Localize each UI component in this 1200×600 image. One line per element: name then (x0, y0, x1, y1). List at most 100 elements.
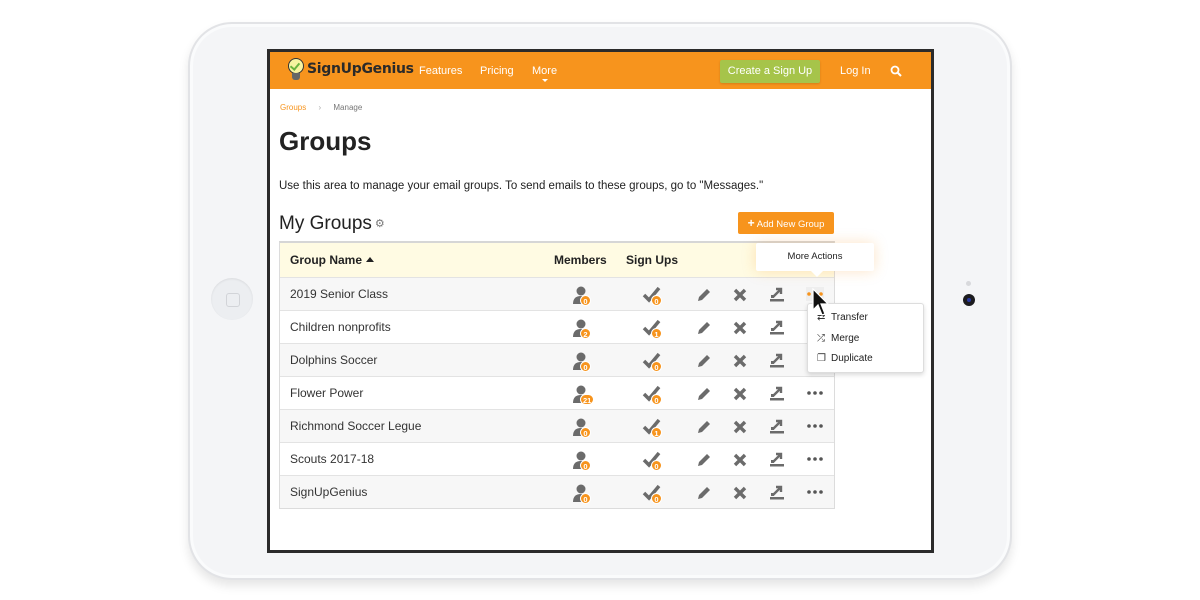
delete-x-icon[interactable] (732, 287, 748, 303)
sensor-dot (966, 281, 971, 286)
members-icon[interactable]: 0 (572, 351, 594, 373)
signups-count-badge: 1 (651, 328, 662, 339)
signups-count-badge: 1 (651, 427, 662, 438)
delete-x-icon[interactable] (732, 452, 748, 468)
members-icon[interactable]: 0 (572, 483, 594, 505)
table-row: Scouts 2017-18 0 0 (280, 442, 834, 475)
delete-x-icon[interactable] (732, 485, 748, 501)
screen: SignUpGenius Features Pricing More Creat… (267, 49, 934, 553)
members-count-badge: 0 (580, 493, 591, 504)
top-nav: SignUpGenius Features Pricing More Creat… (270, 52, 931, 89)
home-button (211, 278, 253, 320)
nav-pricing[interactable]: Pricing (480, 65, 514, 77)
signups-icon[interactable]: 0 (642, 285, 664, 307)
group-name[interactable]: Children nonprofits (290, 320, 391, 334)
signups-icon[interactable]: 0 (642, 450, 664, 472)
group-name[interactable]: Scouts 2017-18 (290, 452, 374, 466)
header-signups: Sign Ups (626, 253, 679, 267)
header-group-name-label: Group Name (290, 253, 363, 267)
section-title: My Groups ⚙ (279, 213, 385, 235)
create-signup-button[interactable]: Create a Sign Up (720, 60, 820, 83)
header-group-name[interactable]: Group Name (290, 253, 375, 267)
edit-pencil-icon[interactable] (696, 353, 712, 369)
export-icon[interactable] (768, 451, 785, 468)
edit-pencil-icon[interactable] (696, 419, 712, 435)
signups-count-badge: 0 (651, 361, 662, 372)
edit-pencil-icon[interactable] (696, 320, 712, 336)
export-icon[interactable] (768, 418, 785, 435)
more-actions-icon[interactable] (806, 452, 824, 466)
more-actions-icon[interactable] (806, 419, 824, 433)
members-icon[interactable]: 0 (572, 417, 594, 439)
group-name[interactable]: 2019 Senior Class (290, 287, 388, 301)
breadcrumb-separator: › (318, 103, 322, 112)
members-icon[interactable]: 0 (572, 450, 594, 472)
signups-count-badge: 0 (651, 295, 662, 306)
nav-more[interactable]: More (532, 65, 557, 77)
signups-icon[interactable]: 0 (642, 384, 664, 406)
breadcrumb: Groups › Manage (280, 103, 362, 112)
login-link[interactable]: Log In (840, 65, 871, 77)
menu-item-merge[interactable]: ⤮ Merge (817, 333, 859, 344)
table-row: 2019 Senior Class 0 0 (280, 277, 834, 310)
group-name[interactable]: Dolphins Soccer (290, 353, 377, 367)
group-name[interactable]: Flower Power (290, 386, 363, 400)
delete-x-icon[interactable] (732, 386, 748, 402)
table-row: Richmond Soccer Legue 0 1 (280, 409, 834, 442)
edit-pencil-icon[interactable] (696, 386, 712, 402)
add-new-group-button[interactable]: + Add New Group (738, 212, 834, 234)
groups-table: Group Name Members Sign Ups 2019 Senior … (279, 241, 835, 509)
plus-icon: + (747, 216, 755, 230)
intro-text: Use this area to manage your email group… (279, 180, 764, 192)
delete-x-icon[interactable] (732, 320, 748, 336)
signups-icon[interactable]: 0 (642, 351, 664, 373)
menu-item-transfer-label: Transfer (831, 312, 868, 323)
logo-text: SignUpGenius (307, 61, 414, 77)
signups-icon[interactable]: 1 (642, 318, 664, 340)
nav-features[interactable]: Features (419, 65, 462, 77)
table-row: Flower Power 21 0 (280, 376, 834, 409)
export-icon[interactable] (768, 286, 785, 303)
lightbulb-icon (288, 58, 304, 80)
logo[interactable]: SignUpGenius (288, 58, 414, 80)
signups-icon[interactable]: 0 (642, 483, 664, 505)
group-name[interactable]: SignUpGenius (290, 485, 367, 499)
table-row: Children nonprofits 2 1 (280, 310, 834, 343)
add-new-group-label: Add New Group (756, 219, 825, 230)
members-icon[interactable]: 2 (572, 318, 594, 340)
members-icon[interactable]: 21 (572, 384, 595, 406)
delete-x-icon[interactable] (732, 353, 748, 369)
more-actions-icon[interactable] (806, 386, 824, 400)
more-actions-tooltip: More Actions (756, 243, 874, 277)
duplicate-icon: ❐ (817, 353, 826, 364)
menu-item-merge-label: Merge (831, 333, 860, 344)
caret-down-icon (542, 79, 548, 82)
edit-pencil-icon[interactable] (696, 287, 712, 303)
members-count-badge: 0 (580, 295, 591, 306)
breadcrumb-groups[interactable]: Groups (280, 103, 306, 112)
group-name[interactable]: Richmond Soccer Legue (290, 419, 421, 433)
menu-item-duplicate[interactable]: ❐ Duplicate (817, 353, 873, 364)
gear-icon[interactable]: ⚙ (375, 217, 385, 230)
search-icon[interactable] (890, 65, 902, 77)
members-count-badge: 21 (580, 394, 595, 405)
export-icon[interactable] (768, 319, 785, 336)
page-title: Groups (279, 126, 372, 156)
menu-item-duplicate-label: Duplicate (831, 353, 873, 364)
table-row: Dolphins Soccer 0 0 (280, 343, 834, 376)
signups-icon[interactable]: 1 (642, 417, 664, 439)
edit-pencil-icon[interactable] (696, 485, 712, 501)
export-icon[interactable] (768, 352, 785, 369)
edit-pencil-icon[interactable] (696, 452, 712, 468)
table-header: Group Name Members Sign Ups (280, 243, 834, 277)
members-count-badge: 0 (580, 460, 591, 471)
delete-x-icon[interactable] (732, 419, 748, 435)
more-actions-icon[interactable] (806, 485, 824, 499)
export-icon[interactable] (768, 484, 785, 501)
table-row: SignUpGenius 0 0 (280, 475, 834, 508)
section-title-text: My Groups (279, 213, 372, 234)
signups-count-badge: 0 (651, 394, 662, 405)
export-icon[interactable] (768, 385, 785, 402)
merge-icon: ⤮ (817, 333, 825, 344)
members-icon[interactable]: 0 (572, 285, 594, 307)
